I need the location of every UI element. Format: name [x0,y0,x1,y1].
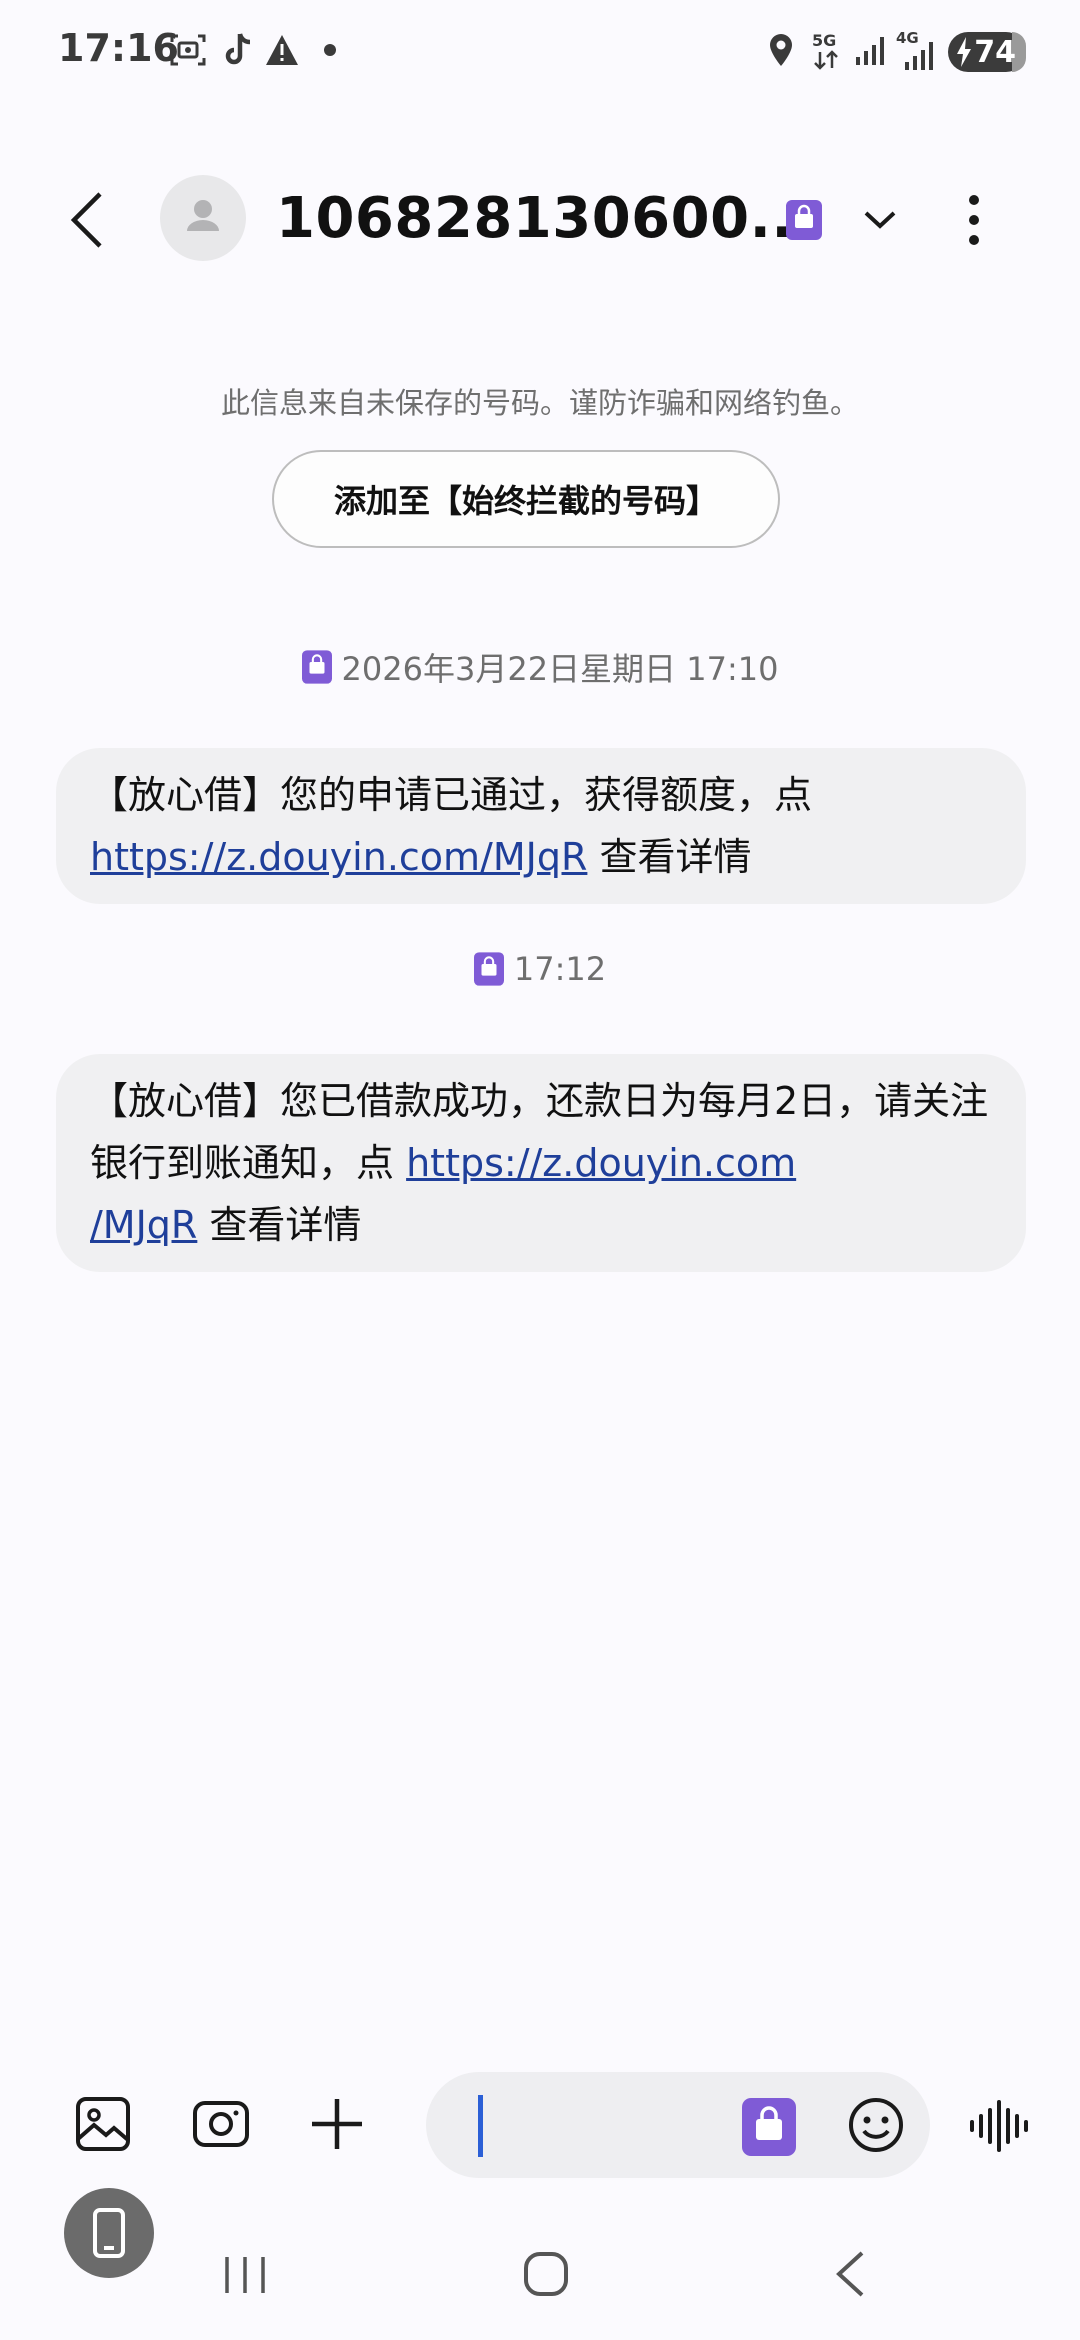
expand-button[interactable] [860,206,900,234]
nav-home-button[interactable] [522,2250,570,2298]
back-arrow-icon [70,192,102,248]
camera-button[interactable] [190,2093,252,2155]
text-cursor [478,2095,483,2157]
sim-card-icon [742,2098,796,2156]
timestamp-text: 2026年3月22日星期日 17:10 [341,650,779,688]
4g-signal-icon: 4G [896,30,938,70]
status-time: 17:16 [58,26,179,70]
5g-data-icon: 5G [812,32,844,72]
floating-phone-icon [93,2208,125,2258]
warning-icon [262,30,302,70]
add-attachment-button[interactable] [306,2093,368,2155]
emoji-button[interactable] [846,2095,906,2155]
unsaved-number-warning: 此信息来自未保存的号码。谨防诈骗和网络钓鱼。 [220,386,859,420]
nav-back-icon [836,2251,864,2297]
chevron-down-icon [864,211,896,229]
dot-icon [320,30,340,70]
block-number-button[interactable]: 添加至【始终拦截的号码】 [272,450,780,548]
nav-back-button[interactable] [834,2250,866,2298]
sim-card-icon [473,952,504,986]
back-button[interactable] [66,190,110,250]
screenshot-icon [168,30,208,70]
sim-select-button[interactable] [742,2098,796,2156]
more-options-button[interactable] [960,192,988,248]
tiktok-icon [222,30,256,70]
location-icon [766,30,796,70]
battery-indicator: 74 [948,32,1026,72]
voice-wave-icon [970,2100,1028,2152]
message-link[interactable]: https://z.douyin.com [406,1141,796,1185]
signal-icon [854,30,890,70]
charging-bolt-icon [957,37,971,67]
floating-phone-button[interactable] [64,2188,154,2278]
voice-record-button[interactable] [968,2098,1030,2154]
nav-recents-button[interactable] [222,2255,268,2295]
message-link-continued[interactable]: /MJqR [90,1203,197,1247]
timestamp-text: 17:12 [513,950,607,988]
message-link[interactable]: https://z.douyin.com/MJqR [90,835,587,879]
message-text-suffix: 查看详情 [587,835,752,879]
battery-level: 74 [974,34,1016,70]
message-bubble[interactable]: 【放心借】您已借款成功，还款日为每月2日，请关注银行到账通知，点 https:/… [56,1054,1026,1272]
gallery-button[interactable] [72,2093,134,2155]
camera-icon [193,2101,249,2147]
emoji-icon [849,2098,903,2152]
5g-label: 5G [812,31,837,50]
message-timestamp: 2026年3月22日星期日 17:10 [0,644,1080,690]
nav-recent-icon [225,2257,265,2293]
sim-card-badge [786,200,822,240]
nav-home-icon [524,2252,568,2296]
contact-title[interactable]: 106828130600... [276,186,815,251]
plus-icon [312,2099,362,2149]
message-bubble[interactable]: 【放心借】您的申请已通过，获得额度，点 https://z.douyin.com/… [56,748,1026,904]
more-vert-icon [969,195,979,245]
contact-avatar[interactable] [160,175,246,261]
message-timestamp: 17:12 [0,950,1080,988]
gallery-icon [76,2097,130,2151]
message-text: 【放心借】您的申请已通过，获得额度，点 [90,773,813,817]
message-text-suffix: 查看详情 [197,1203,362,1247]
sim-card-icon [301,650,332,684]
sim-card-icon [786,200,822,240]
contact-avatar-icon [187,200,219,231]
